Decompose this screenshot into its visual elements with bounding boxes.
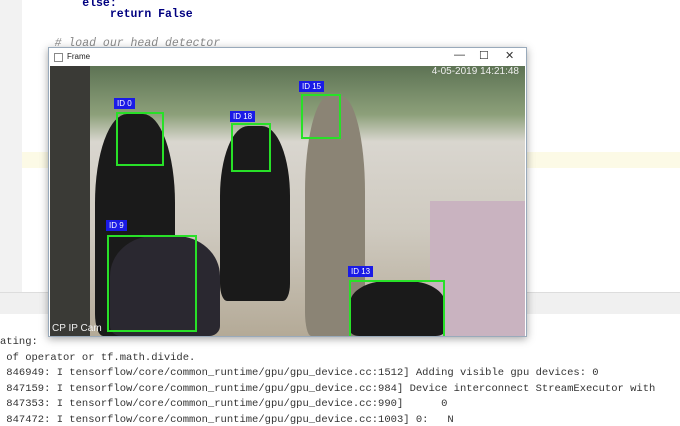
console-line: ating:: [0, 336, 38, 348]
code-line: return False: [27, 8, 193, 21]
window-app-icon: [54, 53, 63, 62]
camera-label: CP IP Cam: [52, 323, 102, 334]
console-line: 847472: I tensorflow/core/common_runtime…: [0, 413, 454, 426]
console-line: of operator or tf.math.divide.: [0, 351, 196, 364]
video-frame: 4-05-2019 14:21:48 CP IP Cam ID 0 ID 18 …: [50, 66, 525, 336]
detection-label: ID 13: [348, 266, 374, 277]
close-button[interactable]: ✕: [505, 49, 514, 62]
detection-box: [231, 123, 271, 172]
detection-label: ID 18: [230, 111, 256, 122]
maximize-button[interactable]: ☐: [479, 49, 489, 62]
frame-window[interactable]: Frame — ☐ ✕ 4-05-2019 14:21:48 CP IP Cam…: [48, 47, 527, 337]
minimize-button[interactable]: —: [454, 49, 465, 61]
shelf: [50, 66, 90, 336]
console-line: 847353: I tensorflow/core/common_runtime…: [0, 398, 448, 410]
detection-label: ID 0: [114, 98, 135, 109]
title-bar[interactable]: Frame — ☐ ✕: [49, 48, 526, 66]
detection-box: [349, 280, 445, 336]
console-line: 846949: I tensorflow/core/common_runtime…: [0, 367, 599, 379]
detection-label: ID 9: [106, 220, 127, 231]
timestamp: 4-05-2019 14:21:48: [431, 66, 519, 77]
console-line: 847159: I tensorflow/core/common_runtime…: [0, 382, 656, 395]
detection-box: [107, 235, 197, 332]
window-title: Frame: [67, 52, 91, 61]
detection-box: [116, 112, 164, 166]
detection-box: [301, 94, 341, 139]
detection-label: ID 15: [299, 81, 325, 92]
